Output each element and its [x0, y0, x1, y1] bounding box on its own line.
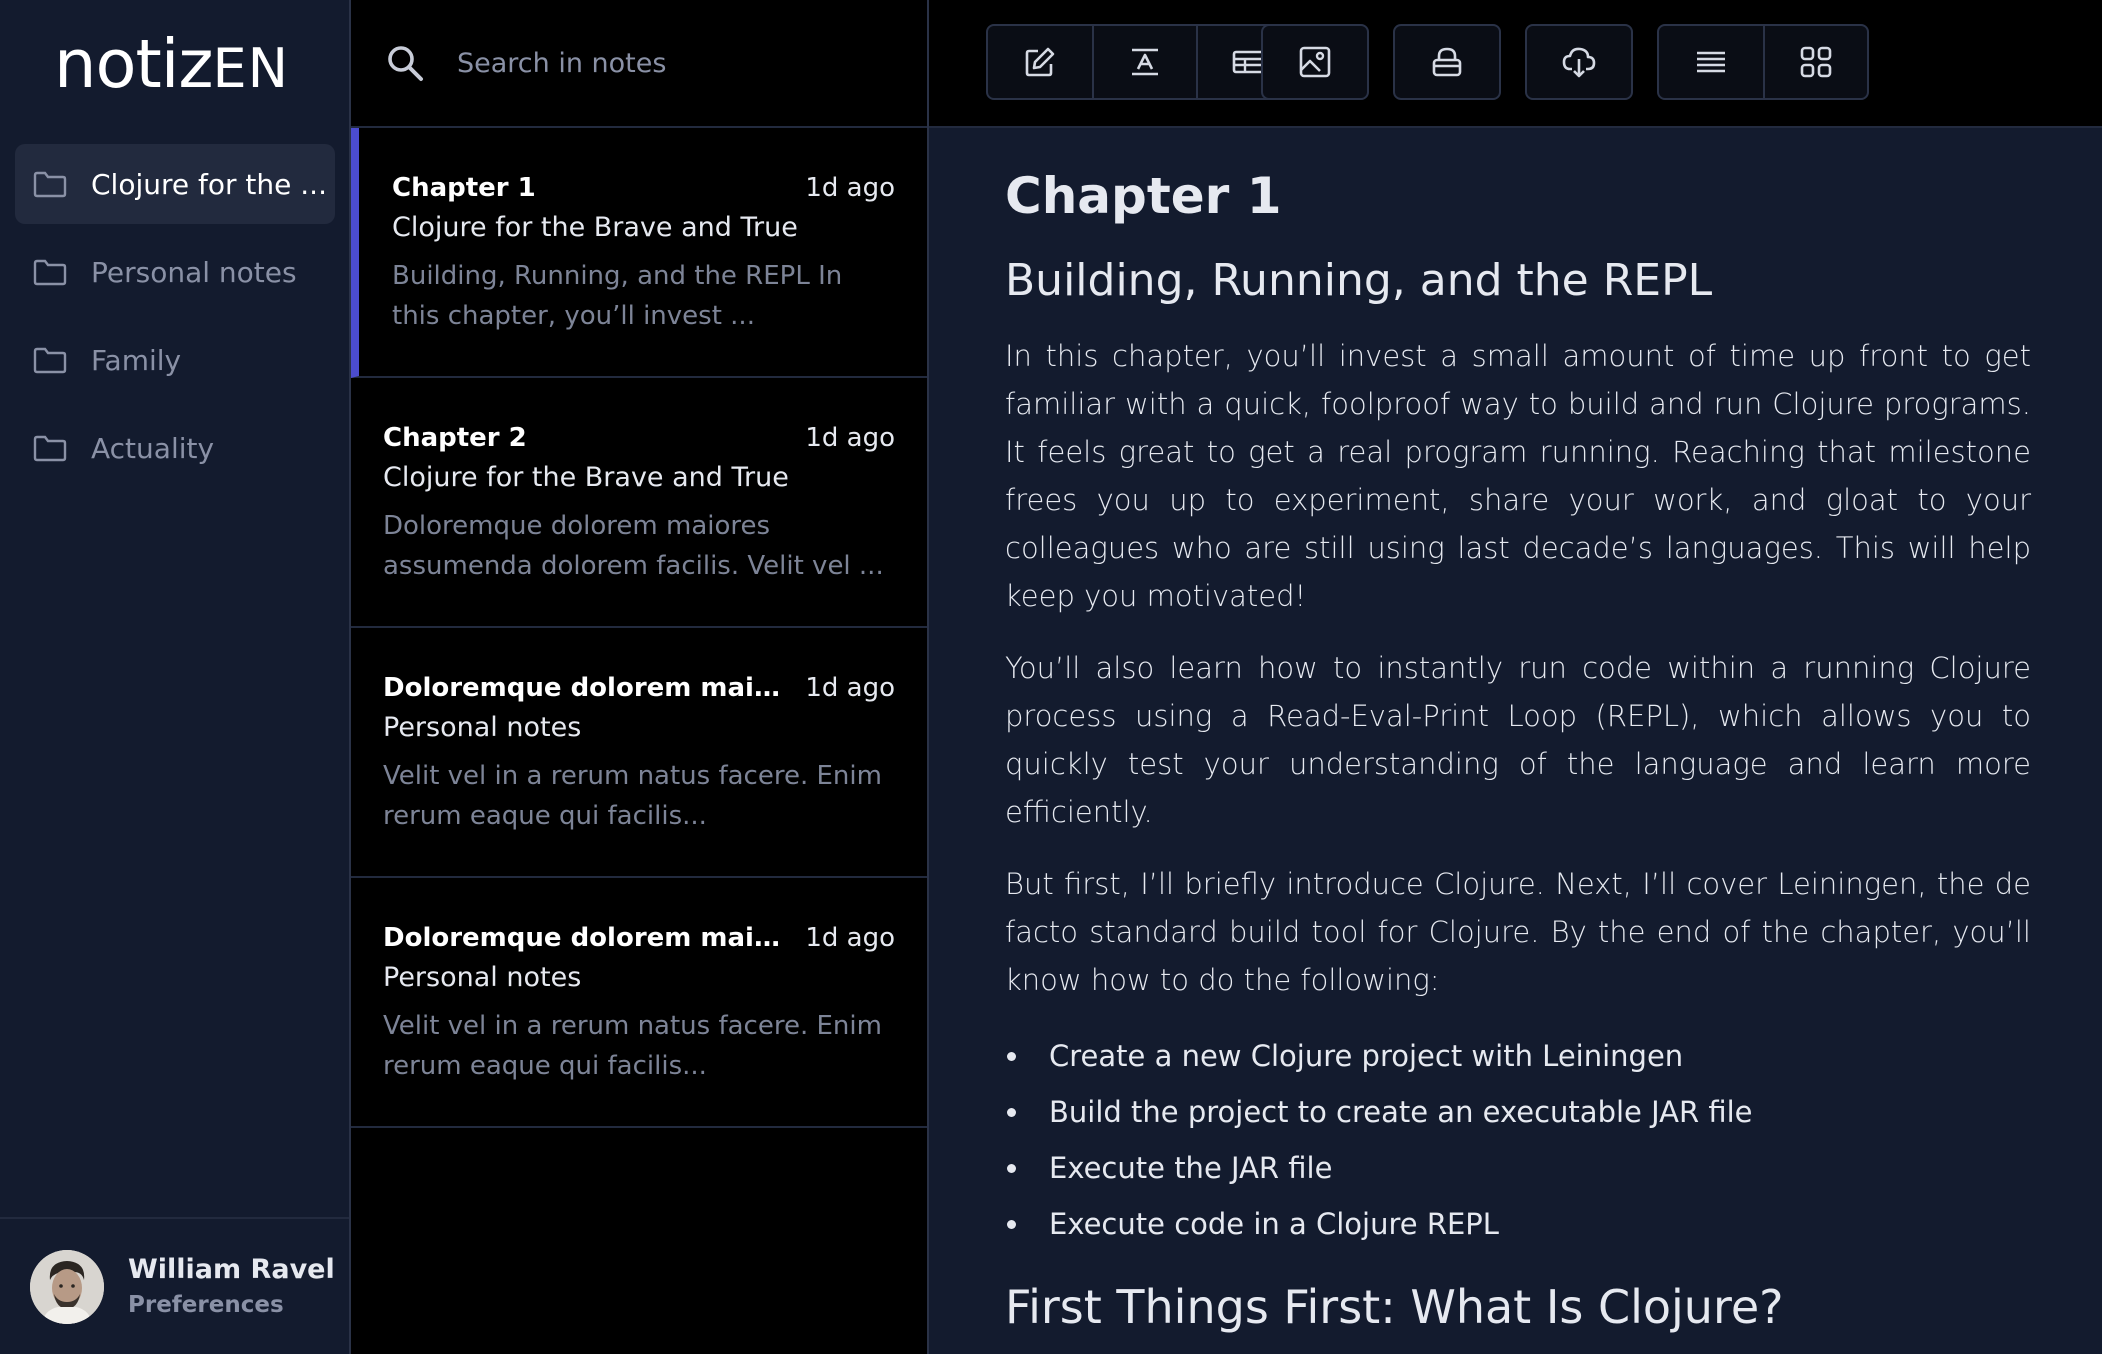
note-paragraph: But first, I’ll briefly introduce Clojur… [1005, 867, 2031, 997]
sidebar-item-folder[interactable]: Clojure for the ... [15, 144, 335, 224]
editor-pane: Chapter 1 Building, Running, and the REP… [929, 0, 2102, 1354]
note-content[interactable]: Chapter 1 Building, Running, and the REP… [1005, 160, 2031, 1338]
format-button-group [986, 24, 1302, 100]
note-folder: Clojure for the Brave and True [392, 212, 798, 243]
note-title: Chapter 1 [392, 173, 536, 203]
note-timestamp: 1d ago [805, 673, 895, 703]
sidebar-item-folder[interactable]: Family [15, 320, 335, 400]
note-title: Doloremque dolorem maiores... [383, 923, 783, 953]
lock-button[interactable] [1395, 26, 1499, 98]
user-profile[interactable]: William Ravel Preferences [0, 1217, 349, 1354]
app-logo: notizEN [54, 22, 289, 106]
text-format-button[interactable] [1092, 26, 1196, 98]
edit-button[interactable] [988, 26, 1092, 98]
image-button[interactable] [1263, 26, 1367, 98]
sidebar-item-label: Actuality [91, 431, 215, 465]
lock-button-group [1393, 24, 1501, 100]
lock-icon [1432, 47, 1462, 77]
list-view-button[interactable] [1659, 26, 1763, 98]
note-folder: Clojure for the Brave and True [383, 462, 789, 493]
view-button-group [1657, 24, 1869, 100]
note-list-item[interactable]: Chapter 1 1d ago Clojure for the Brave a… [351, 128, 927, 378]
sidebar-item-folder[interactable]: Personal notes [15, 232, 335, 312]
list-view-icon [1697, 51, 1725, 73]
note-folder: Personal notes [383, 712, 582, 743]
preferences-link[interactable]: Preferences [128, 1288, 335, 1322]
note-list-item[interactable]: Doloremque dolorem maiores... 1d ago Per… [351, 628, 927, 878]
note-timestamp: 1d ago [805, 423, 895, 453]
edit-icon [1025, 47, 1055, 77]
folder-icon [33, 347, 67, 374]
bullet-item: Build the project to create an executabl… [1005, 1084, 2031, 1140]
bullet-item: Execute the JAR file [1005, 1140, 2031, 1196]
note-preview: Doloremque dolorem maiores assumenda dol… [383, 511, 884, 581]
note-list-item[interactable]: Chapter 2 1d ago Clojure for the Brave a… [351, 378, 927, 628]
grid-view-icon [1800, 46, 1832, 78]
text-format-icon [1132, 48, 1158, 76]
note-preview: Velit vel in a rerum natus facere. Enim … [383, 761, 882, 831]
note-subheading: Building, Running, and the REPL [1005, 255, 1713, 306]
logo-main: notiz [54, 25, 214, 103]
user-name: William Ravel [128, 1253, 335, 1285]
logo-accent: EN [212, 37, 290, 100]
note-timestamp: 1d ago [805, 173, 895, 203]
note-preview: Velit vel in a rerum natus facere. Enim … [383, 1011, 882, 1081]
app-window: notizEN Clojure for the ... Personal not… [0, 0, 2102, 1354]
note-heading: Chapter 1 [1005, 167, 1282, 225]
note-list-item[interactable]: Doloremque dolorem maiores... 1d ago Per… [351, 878, 927, 1128]
image-icon [1299, 46, 1331, 78]
sidebar-item-folder[interactable]: Actuality [15, 408, 335, 488]
image-button-group [1261, 24, 1369, 100]
search-bar [351, 0, 927, 128]
sidebar-item-label: Family [91, 343, 182, 377]
download-button-group [1525, 24, 1633, 100]
search-input[interactable] [455, 46, 895, 80]
sidebar-item-label: Personal notes [91, 255, 297, 289]
sidebar-item-label: Clojure for the ... [91, 167, 327, 201]
note-preview: Building, Running, and the REPL In this … [392, 261, 843, 331]
bullet-item: Create a new Clojure project with Leinin… [1005, 1028, 2031, 1084]
note-paragraph: You’ll also learn how to instantly run c… [1005, 651, 2031, 829]
bullet-item: Execute code in a Clojure REPL [1005, 1196, 2031, 1252]
note-bullet-list: Create a new Clojure project with Leinin… [1005, 1028, 2031, 1252]
folder-list: Clojure for the ... Personal notes Famil… [15, 144, 335, 496]
sidebar: notizEN Clojure for the ... Personal not… [0, 0, 351, 1354]
cloud-download-icon [1562, 47, 1596, 78]
note-subheading: First Things First: What Is Clojure? [1005, 1280, 1784, 1334]
grid-view-button[interactable] [1763, 26, 1867, 98]
avatar-image [30, 1249, 104, 1324]
note-title: Doloremque dolorem maiores... [383, 673, 783, 703]
note-title: Chapter 2 [383, 423, 527, 453]
user-info: William Ravel Preferences [128, 1252, 335, 1322]
search-icon [388, 46, 423, 81]
notes-list-pane: Chapter 1 1d ago Clojure for the Brave a… [351, 0, 929, 1354]
note-timestamp: 1d ago [805, 923, 895, 953]
note-paragraph: In this chapter, you’ll invest a small a… [1005, 339, 2031, 613]
folder-icon [33, 435, 67, 462]
avatar[interactable] [30, 1249, 104, 1324]
folder-icon [33, 259, 67, 286]
folder-icon [33, 171, 67, 198]
cloud-download-button[interactable] [1527, 26, 1631, 98]
editor-toolbar [929, 0, 2102, 128]
note-folder: Personal notes [383, 962, 582, 993]
